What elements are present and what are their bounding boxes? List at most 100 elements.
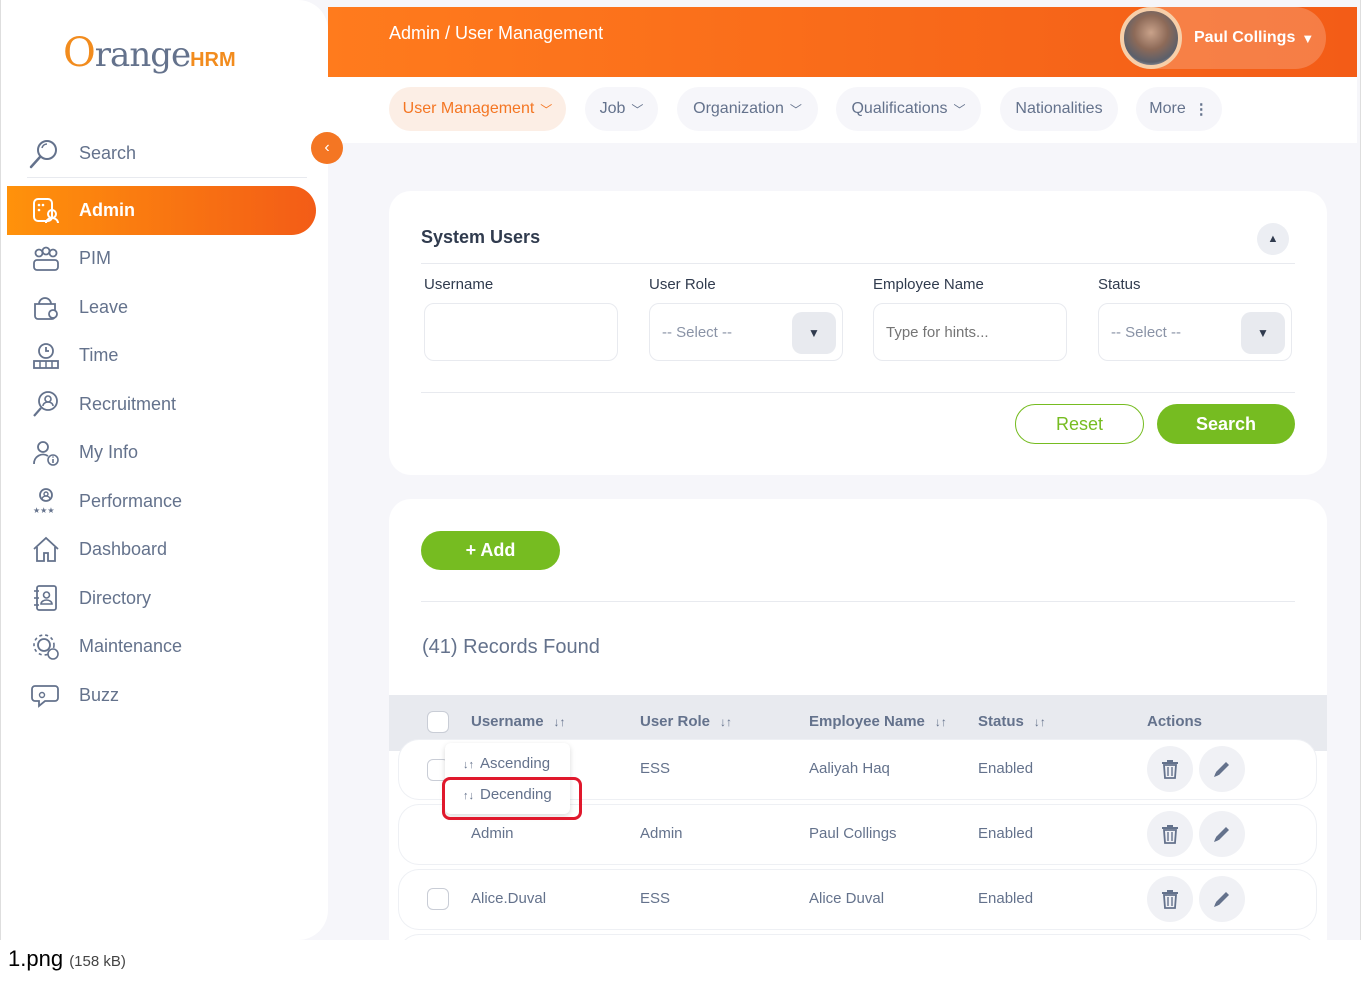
sidebar-search-label: Search [79,143,137,163]
sort-icon[interactable]: ↓↑ [935,715,947,729]
tab-label: Qualifications [851,100,948,117]
sort-icon[interactable]: ↓↑ [720,715,732,729]
sidebar-item-label: Admin [79,199,135,220]
sidebar-collapse-button[interactable]: ‹ [311,132,343,164]
caption-filename: 1.png [8,946,64,971]
sidebar-item-label: Leave [79,296,129,317]
tab-organization[interactable]: Organization ﹀ [677,87,818,131]
tab-label: Job [599,100,626,117]
status-label: Status [1098,276,1141,293]
column-username: Username ↓↑ [471,713,566,730]
leave-icon [29,292,63,322]
system-users-filter-card: System Users ▲ Username User Role -- Sel… [389,191,1327,475]
directory-icon [29,583,63,613]
sort-ascending-option[interactable]: ↓↑ Ascending [463,755,550,772]
performance-icon: ★★★ [29,486,63,516]
cell-user-role: Admin [640,825,683,842]
edit-button[interactable] [1199,746,1245,792]
sidebar-item-pim[interactable]: PIM [7,235,316,284]
divider [421,392,1295,393]
sidebar-item-time[interactable]: Time [7,332,316,381]
tab-label: Organization [693,100,784,117]
username-input[interactable] [424,303,618,361]
cell-user-role: ESS [640,890,671,907]
sidebar-item-performance[interactable]: ★★★ Performance [7,477,316,526]
trash-icon [1162,825,1178,844]
sidebar-item-label: Buzz [79,684,120,705]
sort-icon[interactable]: ↓↑ [554,715,566,729]
user-dropdown[interactable]: Paul Collings ▼ [1120,7,1326,69]
tab-label: User Management [402,100,535,117]
edit-button[interactable] [1199,876,1245,922]
chevron-down-icon: ﹀ [540,102,553,117]
tab-user-management[interactable]: User Management ﹀ [389,87,566,131]
status-select[interactable]: -- Select -- ▼ [1098,303,1292,361]
table-row [399,935,1316,940]
sidebar-item-dashboard[interactable]: Dashboard [7,526,316,575]
tab-label: More [1149,100,1186,117]
card-title: System Users [421,227,541,247]
tab-qualifications[interactable]: Qualifications ﹀ [836,87,981,131]
caret-down-icon: ▼ [792,312,836,354]
column-user-role: User Role ↓↑ [640,713,732,730]
caret-down-icon: ▼ [1241,312,1285,354]
logo-o: O [63,30,96,76]
search-icon [29,139,57,168]
chevron-down-icon: ﹀ [953,102,966,117]
trash-icon [1162,890,1178,909]
dashboard-icon [29,535,63,565]
column-actions: Actions [1147,713,1203,730]
user-role-select[interactable]: -- Select -- ▼ [649,303,843,361]
cell-employee-name: Alice Duval [809,890,885,907]
system-users-list-card: + Add (41) Records Found Username ↓↑ User… [389,499,1327,940]
select-all-checkbox[interactable] [427,711,449,733]
sidebar-item-directory[interactable]: Directory [7,574,316,623]
column-label: User Role [640,713,711,730]
sidebar-item-recruitment[interactable]: Recruitment [7,380,316,429]
reset-button[interactable]: Reset [1015,404,1144,444]
column-label: Employee Name [809,713,925,730]
more-vertical-icon: ⋮ [1193,101,1209,118]
cell-status: Enabled [978,825,1034,842]
my-info-icon [29,438,63,468]
delete-button[interactable] [1147,876,1193,922]
sidebar-item-admin[interactable]: Admin [7,186,316,235]
delete-button[interactable] [1147,811,1193,857]
sidebar-item-label: My Info [79,442,139,463]
cell-username: Alice.Duval [471,890,547,907]
sidebar-item-label: PIM [79,248,112,269]
pencil-icon [1214,827,1229,842]
chevron-left-icon: ‹ [324,139,330,156]
orangehrm-logo[interactable]: OrangeHRM [63,30,236,76]
app-viewport: OrangeHRM Search Admin PIM Leave Time Re… [0,0,1361,940]
logo-hrm: HRM [190,49,236,71]
sidebar-item-label: Directory [79,587,152,608]
add-user-button[interactable]: + Add [421,531,560,570]
tab-job[interactable]: Job ﹀ [585,87,658,131]
row-checkbox[interactable] [427,888,449,910]
sidebar-item-leave[interactable]: Leave [7,283,316,332]
edit-button[interactable] [1199,811,1245,857]
tab-nationalities[interactable]: Nationalities [1000,87,1118,131]
sidebar-item-buzz[interactable]: Buzz [7,671,316,720]
logo-range: range [94,35,191,75]
sidebar-item-maintenance[interactable]: Maintenance [7,623,316,672]
search-button[interactable]: Search [1157,404,1295,444]
sidebar-search[interactable]: Search [27,130,307,178]
sort-icon[interactable]: ↓↑ [1034,715,1046,729]
collapse-filter-button[interactable]: ▲ [1257,223,1289,255]
delete-button[interactable] [1147,746,1193,792]
annotation-highlight [442,777,582,820]
maintenance-icon [29,632,63,662]
column-employee-name: Employee Name ↓↑ [809,713,947,730]
sidebar-item-label: Time [79,345,119,366]
recruitment-icon [29,389,63,419]
sidebar-item-label: Recruitment [79,393,177,414]
option-label: Ascending [480,755,551,772]
caret-down-icon: ▼ [1301,30,1315,46]
trash-icon [1162,760,1178,779]
sidebar-item-my-info[interactable]: My Info [7,429,316,478]
tab-more[interactable]: More ⋮ [1136,87,1222,131]
column-label: Status [978,713,1024,730]
employee-name-input[interactable] [873,303,1067,361]
